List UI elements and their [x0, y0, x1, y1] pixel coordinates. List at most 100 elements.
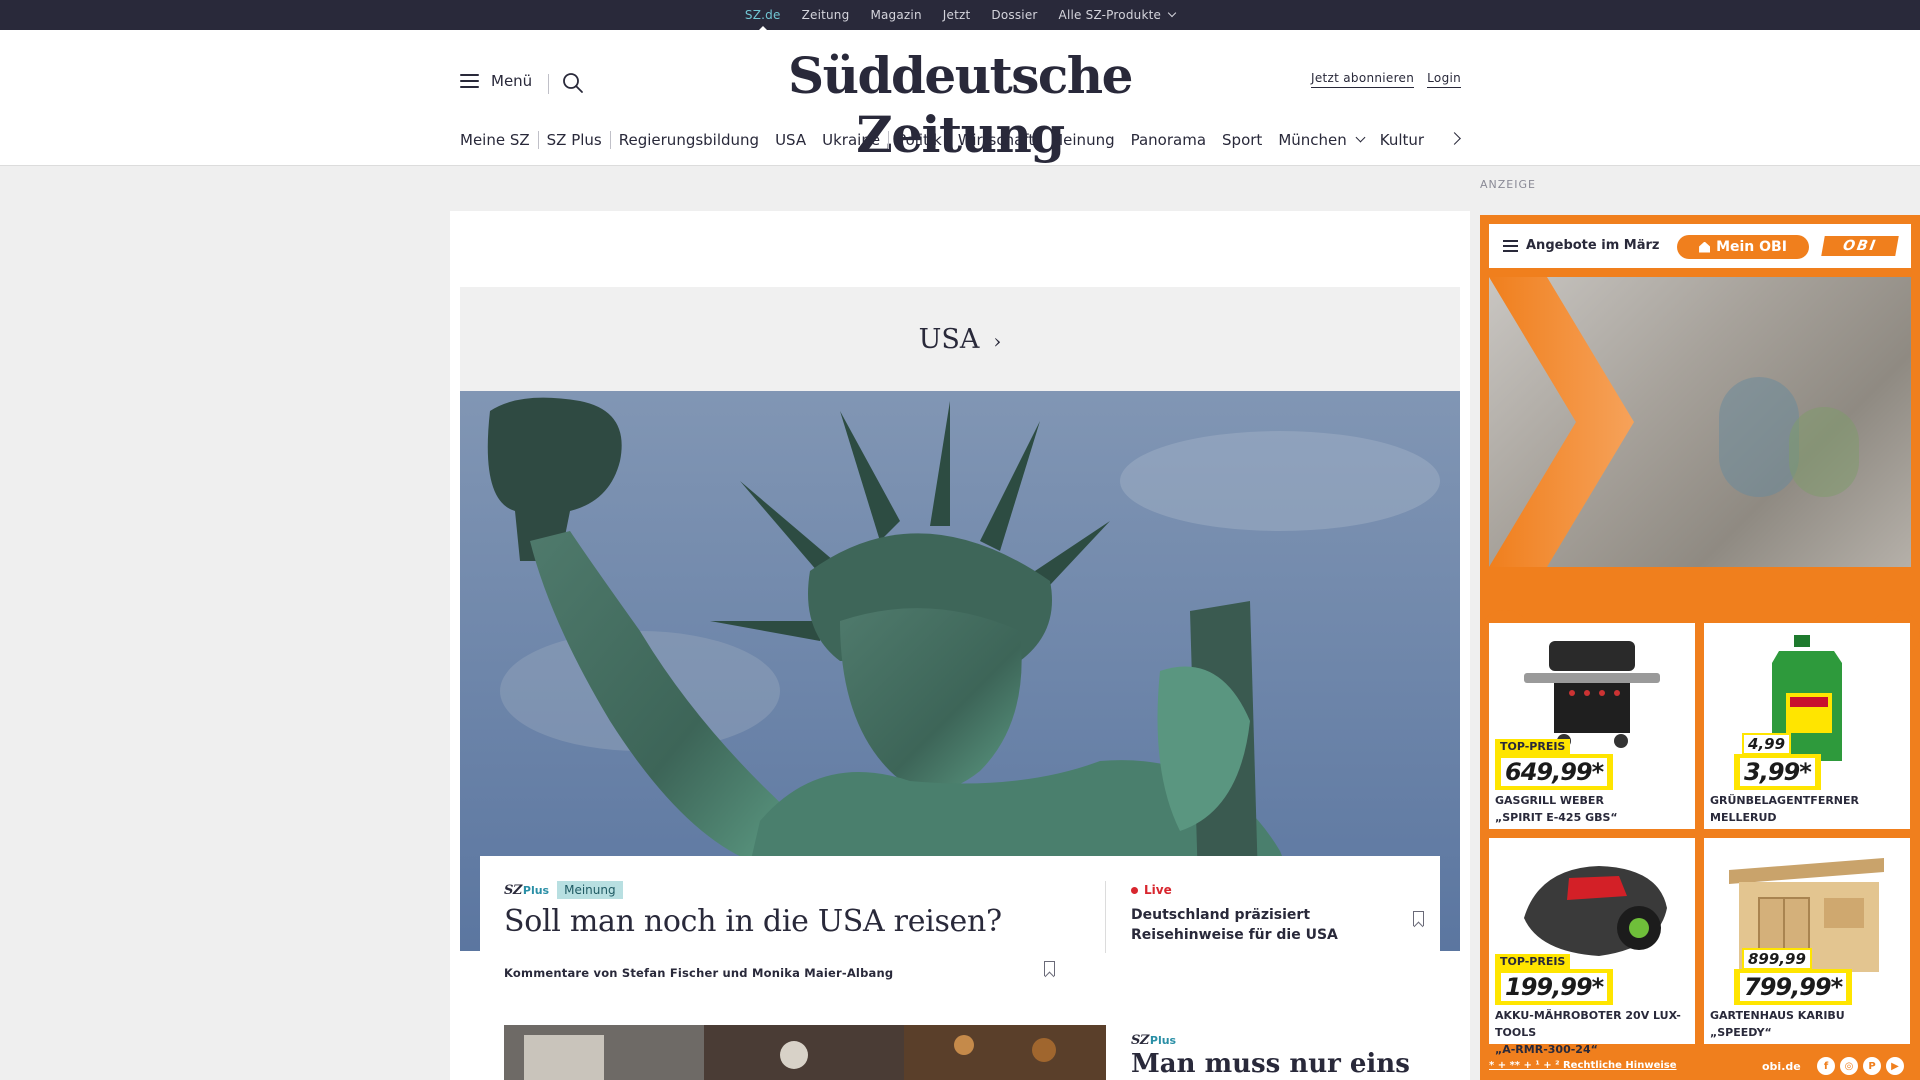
hamburger-icon[interactable] — [1503, 240, 1518, 252]
bookmark-icon[interactable] — [1044, 961, 1055, 976]
product-name-line: Gartenhaus Karibu „Speedy“ — [1710, 1009, 1845, 1039]
teaser-title[interactable]: Man muss nur eins — [1131, 1049, 1410, 1079]
live-dot-icon — [1131, 886, 1138, 894]
lead-article-card[interactable]: SZ Plus Meinung Soll man noch in die USA … — [480, 856, 1440, 1006]
obi-advertisement[interactable]: Angebote im März Mein OBI OBI TOP-PREIS … — [1480, 215, 1920, 1080]
subscribe-link[interactable]: Jetzt abonnieren — [1311, 71, 1415, 88]
lead-article-meta: SZ Plus Meinung — [504, 881, 623, 899]
search-icon — [563, 73, 583, 93]
menu-button[interactable]: Menü — [460, 72, 532, 90]
section-title-link[interactable]: USA › — [460, 287, 1460, 391]
lead-article-author: Kommentare von Stefan Fischer und Monika… — [504, 966, 894, 980]
mein-obi-button[interactable]: Mein OBI — [1677, 235, 1809, 259]
product-name-line: „A-RMR-300-24“ — [1495, 1043, 1598, 1056]
youtube-icon[interactable]: ▶ — [1886, 1057, 1904, 1075]
menu-label: Menü — [491, 72, 533, 90]
nav-item-meinung[interactable]: Meinung — [1042, 131, 1122, 149]
facebook-icon[interactable]: f — [1817, 1057, 1835, 1075]
live-indicator: Live — [1131, 883, 1172, 897]
top-price-tag: TOP-PREIS — [1495, 739, 1571, 754]
main-content: USA › SZ Plus Meinung Soll man noch in d… — [450, 211, 1470, 1080]
product-tile[interactable]: TOP-PREIS 649,99* Gasgrill Weber „Spirit … — [1489, 623, 1695, 829]
topbar-link-alle-produkte[interactable]: Alle SZ-Produkte — [1058, 8, 1177, 22]
side-article-title[interactable]: Deutschland präzisiert Reisehinweise für… — [1131, 905, 1361, 945]
price-tag: 649,99* — [1495, 754, 1614, 790]
site-header: Menü Süddeutsche Zeitung Jetzt abonniere… — [0, 30, 1920, 166]
sz-plus-logo: SZ Plus — [1131, 1033, 1176, 1048]
obi-chevron-graphic — [1489, 277, 1634, 567]
product-name-line: Mellerud — [1710, 811, 1777, 824]
product-name-line: Gasgrill Weber — [1495, 794, 1604, 807]
nav-item-muenchen[interactable]: München — [1270, 131, 1371, 149]
section-title: USA — [918, 323, 980, 355]
price-value: 649,99* — [1501, 758, 1608, 786]
topbar-link-zeitung[interactable]: Zeitung — [802, 8, 850, 22]
price-tag: 199,99* — [1495, 969, 1614, 1005]
product-tile[interactable]: TOP-PREIS 199,99* Akku-Mähroboter 20V Lu… — [1489, 838, 1695, 1056]
topbar-link-magazin[interactable]: Magazin — [870, 8, 921, 22]
account-links: Jetzt abonnieren Login — [1311, 71, 1462, 88]
top-utility-bar: SZ.de Zeitung Magazin Jetzt Dossier Alle… — [0, 0, 1920, 30]
ad-label: ANZEIGE — [1480, 178, 1536, 191]
top-price-tag: TOP-PREIS — [1495, 954, 1571, 969]
search-button[interactable] — [561, 71, 585, 95]
ad-offers-label[interactable]: Angebote im März — [1526, 238, 1659, 253]
nav-item-muenchen-label: München — [1278, 131, 1347, 149]
sz-plus-logo-plus: Plus — [1149, 1034, 1177, 1047]
product-name-line: Grünbelagentferner — [1710, 794, 1859, 807]
nav-item-kultur[interactable]: Kultur — [1372, 131, 1432, 149]
price-tag: 799,99* — [1734, 969, 1853, 1005]
chevron-down-icon — [1167, 8, 1177, 18]
bookmark-icon[interactable] — [1413, 911, 1424, 926]
nav-item-usa[interactable]: USA — [767, 131, 814, 149]
nav-item-wirtschaft[interactable]: Wirtschaft — [950, 131, 1042, 149]
ad-hero-image[interactable] — [1489, 277, 1911, 567]
nav-scroll-right-icon[interactable] — [1448, 132, 1461, 145]
nav-item-sz-plus[interactable]: SZ Plus — [539, 131, 610, 149]
nav-item-regierungsbildung[interactable]: Regierungsbildung — [611, 131, 767, 149]
nav-item-politik[interactable]: Politik — [889, 131, 950, 149]
teaser-meta: SZ Plus — [1131, 1029, 1176, 1048]
sz-plus-logo-sz: SZ — [1131, 1033, 1149, 1048]
chevron-right-icon: › — [993, 329, 1002, 353]
nav-item-ukraine[interactable]: Ukraine — [814, 131, 888, 149]
main-navigation: Meine SZ SZ Plus Regierungsbildung USA U… — [460, 128, 1432, 152]
sz-plus-logo-plus: Plus — [522, 883, 550, 897]
topbar-link-szde[interactable]: SZ.de — [745, 8, 781, 22]
mein-obi-label: Mein OBI — [1716, 239, 1787, 255]
teaser-thumbnail[interactable] — [504, 1025, 1106, 1080]
lead-article-title[interactable]: Soll man noch in die USA reisen? — [504, 904, 1002, 939]
chevron-down-icon — [1355, 132, 1366, 142]
price-value: 799,99* — [1740, 973, 1847, 1001]
product-tile[interactable]: 4,99 3,99* Grünbelagentferner Mellerud — [1704, 623, 1910, 829]
topbar-link-alle-produkte-label: Alle SZ-Produkte — [1058, 8, 1162, 22]
price-value: 3,99* — [1740, 758, 1815, 786]
login-link[interactable]: Login — [1427, 71, 1462, 88]
header-divider — [548, 74, 549, 94]
card-divider — [1105, 881, 1106, 953]
product-name: Grünbelagentferner Mellerud — [1710, 792, 1906, 826]
legal-notes-link[interactable]: * + ** + ¹ + ² Rechtliche Hinweise — [1489, 1060, 1677, 1071]
ad-footer: * + ** + ¹ + ² Rechtliche Hinweise obi.d… — [1489, 1056, 1911, 1078]
topbar-link-dossier[interactable]: Dossier — [991, 8, 1037, 22]
sz-plus-logo-sz: SZ — [504, 882, 522, 898]
nav-item-sport[interactable]: Sport — [1214, 131, 1270, 149]
nav-item-panorama[interactable]: Panorama — [1123, 131, 1214, 149]
obi-logo: OBI — [1821, 236, 1899, 256]
reference-price: 4,99 — [1742, 733, 1792, 755]
topbar-link-jetzt[interactable]: Jetzt — [943, 8, 971, 22]
product-name: Gartenhaus Karibu „Speedy“ — [1710, 1007, 1906, 1041]
price-tag: 3,99* — [1734, 754, 1821, 790]
product-name-line: „Spirit E-425 GBS“ — [1495, 811, 1618, 824]
instagram-icon[interactable]: ◎ — [1840, 1057, 1858, 1075]
hamburger-icon — [460, 74, 479, 88]
nav-item-meine-sz[interactable]: Meine SZ — [460, 131, 538, 149]
product-tile[interactable]: 899,99 799,99* Gartenhaus Karibu „Speedy… — [1704, 838, 1910, 1044]
section-header: USA › — [460, 287, 1460, 391]
ad-header-bar: Angebote im März Mein OBI OBI — [1489, 224, 1911, 268]
obi-domain-link[interactable]: obi.de — [1762, 1060, 1801, 1073]
category-badge: Meinung — [557, 881, 623, 899]
sz-plus-logo: SZ Plus — [504, 883, 549, 898]
pinterest-icon[interactable]: P — [1863, 1057, 1881, 1075]
historic-photo-image — [504, 1025, 1106, 1080]
